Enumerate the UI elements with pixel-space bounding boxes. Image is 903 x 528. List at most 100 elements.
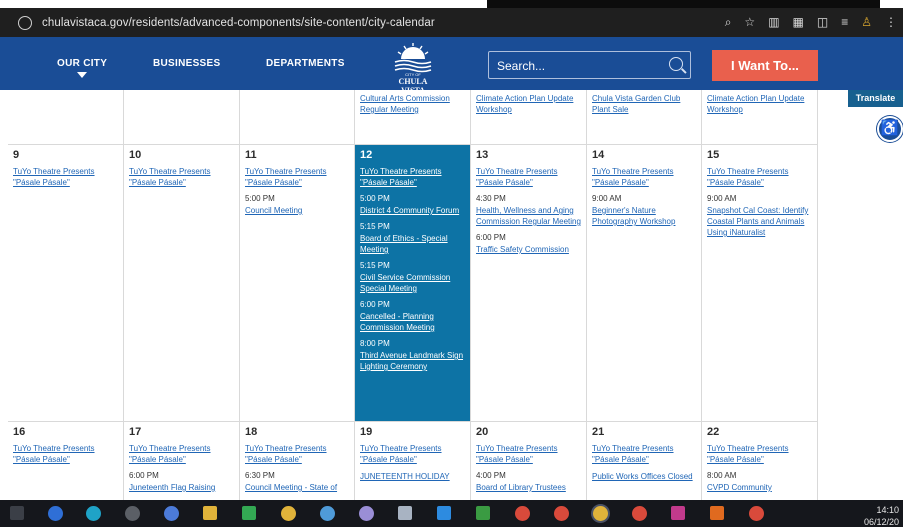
- event-link[interactable]: CVPD Community: [707, 482, 812, 493]
- app-icon-5[interactable]: [476, 506, 490, 520]
- event-link[interactable]: Climate Action Plan Update Workshop: [476, 93, 581, 115]
- calendar-day-cell: 10:00 AM Chula Vista Garden Club Plant Sa…: [587, 90, 702, 145]
- trash-icon[interactable]: ▥: [768, 13, 779, 31]
- app-icon[interactable]: [164, 506, 179, 521]
- search-input[interactable]: Search...: [488, 51, 691, 79]
- calendar-event: 10:00 AM Chula Vista Garden Club Plant Sa…: [592, 90, 696, 115]
- menu-icon[interactable]: ⋮: [885, 13, 897, 31]
- event-link[interactable]: TuYo Theatre Presents "Pásale Pásale": [592, 443, 696, 465]
- calendar-event: 5:30 PM Climate Action Plan Update Worksh…: [476, 90, 581, 115]
- chevron-down-icon[interactable]: [77, 72, 87, 78]
- event-link[interactable]: Beginner's Nature Photography Workshop: [592, 205, 696, 227]
- calendar-day-cell: 9 TuYo Theatre Presents "Pásale Pásale": [8, 145, 124, 422]
- event-link[interactable]: TuYo Theatre Presents "Pásale Pásale": [13, 443, 118, 465]
- extension-icon[interactable]: ▦: [793, 13, 804, 31]
- calendar-event: 6:00 PM Traffic Safety Commission: [476, 233, 581, 255]
- event-link[interactable]: Civil Service Commission Special Meeting: [360, 272, 465, 294]
- clock-date: 06/12/20: [863, 517, 899, 527]
- event-link[interactable]: TuYo Theatre Presents "Pásale Pásale": [592, 166, 696, 188]
- chrome-icon-3[interactable]: [554, 506, 569, 521]
- calendar-event: TuYo Theatre Presents "Pásale Pásale": [245, 443, 349, 465]
- calendar-day-cell: 15 TuYo Theatre Presents "Pásale Pásale" 9…: [702, 145, 818, 422]
- event-link[interactable]: TuYo Theatre Presents "Pásale Pásale": [707, 443, 812, 465]
- play-icon[interactable]: [242, 506, 256, 520]
- calendar-event: 4:30 PM Health, Wellness and Aging Commis…: [476, 194, 581, 227]
- day-number: 15: [707, 149, 720, 161]
- event-link[interactable]: Snapshot Cal Coast: Identify Coastal Pla…: [707, 205, 812, 238]
- event-time: 6:30 PM: [245, 471, 275, 480]
- clock[interactable]: 14:10 06/12/20: [864, 504, 899, 528]
- url-text[interactable]: chulavistaca.gov/residents/advanced-comp…: [42, 17, 435, 29]
- event-link[interactable]: Juneteenth Flag Raising: [129, 482, 234, 493]
- calendar-day-cell: 20 TuYo Theatre Presents "Pásale Pásale" 4…: [471, 422, 587, 500]
- event-link[interactable]: TuYo Theatre Presents "Pásale Pásale": [360, 166, 465, 188]
- folder-icon[interactable]: [203, 506, 217, 520]
- vlc-icon[interactable]: [710, 506, 724, 520]
- event-link[interactable]: Council Meeting - State of: [245, 482, 349, 493]
- event-link[interactable]: TuYo Theatre Presents "Pásale Pásale": [245, 443, 349, 465]
- i-want-to-button[interactable]: I Want To...: [712, 50, 818, 81]
- app-icon-3[interactable]: [359, 506, 374, 521]
- app-icon-2[interactable]: [320, 506, 335, 521]
- event-link[interactable]: TuYo Theatre Presents "Pásale Pásale": [476, 443, 581, 465]
- event-link[interactable]: Council Meeting: [245, 205, 349, 216]
- event-link[interactable]: Board of Ethics - Special Meeting: [360, 233, 465, 255]
- event-time: 6:00 PM: [360, 300, 390, 309]
- accessibility-icon[interactable]: ♿: [877, 116, 903, 142]
- event-link[interactable]: Traffic Safety Commission: [476, 244, 581, 255]
- translate-button[interactable]: Translate: [848, 90, 903, 107]
- search-icon[interactable]: [669, 57, 683, 71]
- chrome-icon-5[interactable]: [749, 506, 764, 521]
- event-link[interactable]: TuYo Theatre Presents "Pásale Pásale": [245, 166, 349, 188]
- calendar-day-cell: [240, 90, 355, 145]
- calendar-event: 5:00 PM District 4 Community Forum: [360, 194, 465, 216]
- event-link[interactable]: TuYo Theatre Presents "Pásale Pásale": [476, 166, 581, 188]
- event-time: 5:00 PM: [360, 194, 390, 203]
- app-icon-6[interactable]: [671, 506, 685, 520]
- nav-our-city[interactable]: OUR CITY: [57, 58, 107, 69]
- calendar-event: Public Works Offices Closed: [592, 471, 696, 482]
- start-icon[interactable]: [48, 506, 63, 521]
- day-number: 20: [476, 426, 489, 438]
- event-link[interactable]: TuYo Theatre Presents "Pásale Pásale": [129, 166, 234, 188]
- star-icon[interactable]: ☆: [744, 13, 755, 31]
- widgets-icon[interactable]: [10, 506, 24, 520]
- event-link[interactable]: JUNETEENTH HOLIDAY: [360, 471, 465, 482]
- calendar-event: 6:30 PM Council Meeting - State of: [245, 471, 349, 493]
- chrome-icon-4[interactable]: [632, 506, 647, 521]
- event-link[interactable]: Public Works Offices Closed: [592, 471, 696, 482]
- event-link[interactable]: TuYo Theatre Presents "Pásale Pásale": [13, 166, 118, 188]
- event-link[interactable]: Third Avenue Landmark Sign Lighting Cere…: [360, 350, 465, 372]
- nav-businesses[interactable]: BUSINESSES: [153, 58, 220, 69]
- event-link[interactable]: Cancelled - Planning Commission Meeting: [360, 311, 465, 333]
- zoom-icon[interactable]: ⌕: [725, 13, 732, 31]
- chrome-icon-active[interactable]: [593, 506, 608, 521]
- reading-list-icon[interactable]: ≡: [841, 13, 848, 31]
- chrome-icon[interactable]: [281, 506, 296, 521]
- nav-departments[interactable]: DEPARTMENTS: [266, 58, 345, 69]
- event-link[interactable]: District 4 Community Forum: [360, 205, 465, 216]
- calendar-day-cell: 6:00 PM Cultural Arts Commission Regular …: [355, 90, 471, 145]
- event-time: 4:00 PM: [476, 471, 506, 480]
- event-time: 9:00 AM: [707, 194, 737, 203]
- calendar-event: 9:00 AM Snapshot Cal Coast: Identify Coas…: [707, 194, 812, 238]
- edge-icon[interactable]: [86, 506, 101, 521]
- chrome-icon-2[interactable]: [515, 506, 530, 521]
- event-link[interactable]: TuYo Theatre Presents "Pásale Pásale": [360, 443, 465, 465]
- event-link[interactable]: Chula Vista Garden Club Plant Sale: [592, 93, 696, 115]
- event-link[interactable]: Cultural Arts Commission Regular Meeting: [360, 93, 465, 115]
- event-link[interactable]: TuYo Theatre Presents "Pásale Pásale": [129, 443, 234, 465]
- event-time: 6:00 PM: [360, 90, 465, 91]
- puzzle-icon[interactable]: ◫: [817, 13, 828, 31]
- site-info-icon[interactable]: [18, 15, 32, 30]
- event-link[interactable]: Health, Wellness and Aging Commission Re…: [476, 205, 581, 227]
- settings-icon[interactable]: [125, 506, 140, 521]
- app-icon-4[interactable]: [398, 506, 412, 520]
- profile-icon[interactable]: ♙: [861, 13, 872, 31]
- calendar-event: 8:00 AM CVPD Community: [707, 471, 812, 493]
- event-link[interactable]: TuYo Theatre Presents "Pásale Pásale": [707, 166, 812, 188]
- event-link[interactable]: Board of Library Trustees: [476, 482, 581, 493]
- store-icon[interactable]: [437, 506, 451, 520]
- event-link[interactable]: Climate Action Plan Update Workshop: [707, 93, 812, 115]
- city-logo[interactable]: CITY OF CHULA VISTA: [387, 41, 439, 95]
